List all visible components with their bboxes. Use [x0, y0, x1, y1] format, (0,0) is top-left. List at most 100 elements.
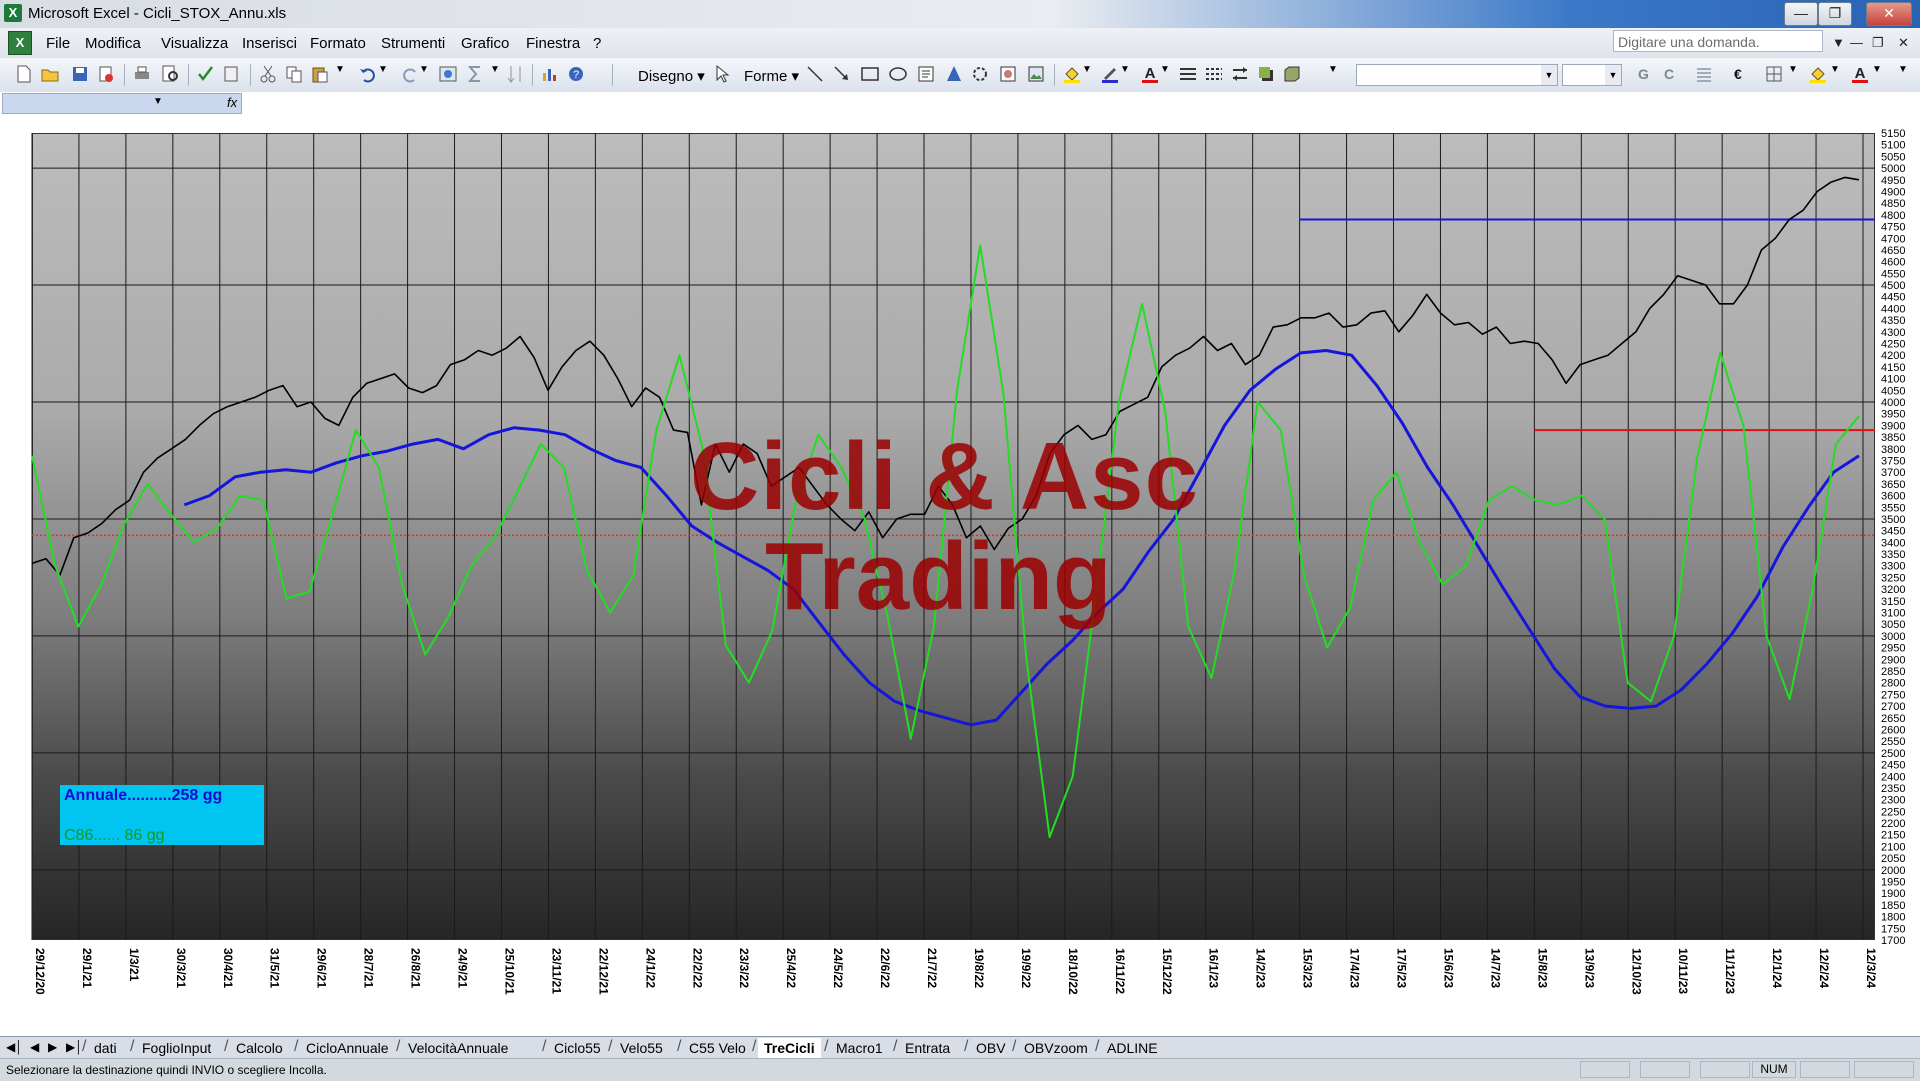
- y-tick-label: 2000: [1881, 865, 1905, 877]
- x-tick-label: 14/7/23: [1488, 948, 1502, 988]
- x-tick-label: 22/6/22: [878, 948, 892, 988]
- y-tick-label: 2700: [1881, 701, 1905, 713]
- y-tick-label: 2650: [1881, 713, 1905, 725]
- sheet-tab-macro1[interactable]: Macro1: [830, 1038, 889, 1058]
- prev-sheet-icon[interactable]: ◀: [30, 1040, 39, 1054]
- tab-separator: /: [824, 1038, 829, 1055]
- tab-separator: /: [1012, 1038, 1017, 1055]
- sheet-tab-obv[interactable]: OBV: [970, 1038, 1012, 1058]
- x-tick-label: 12/10/23: [1629, 948, 1643, 995]
- y-tick-label: 3650: [1881, 479, 1905, 491]
- status-cell-5: [1800, 1061, 1850, 1078]
- x-tick-label: 22/2/22: [690, 948, 704, 988]
- status-message: Selezionare la destinazione quindi INVIO…: [6, 1063, 327, 1077]
- legend-annuale: Annuale..........258 gg: [64, 787, 223, 804]
- x-tick-label: 12/2/24: [1817, 948, 1831, 988]
- y-tick-label: 4450: [1881, 292, 1905, 304]
- x-tick-label: 15/6/23: [1441, 948, 1455, 988]
- sheet-tab-obvzoom[interactable]: OBVzoom: [1018, 1038, 1094, 1058]
- y-tick-label: 4650: [1881, 245, 1905, 257]
- sheet-tab-adline[interactable]: ADLINE: [1101, 1038, 1164, 1058]
- y-tick-label: 2150: [1881, 830, 1905, 842]
- x-tick-label: 24/9/21: [456, 948, 470, 988]
- tab-separator: /: [294, 1038, 299, 1055]
- y-tick-label: 3500: [1881, 514, 1905, 526]
- x-tick-label: 29/1/21: [80, 948, 94, 988]
- y-tick-label: 2950: [1881, 643, 1905, 655]
- x-tick-label: 26/8/21: [409, 948, 423, 988]
- y-tick-label: 2550: [1881, 736, 1905, 748]
- tab-separator: /: [752, 1038, 757, 1055]
- tab-separator: /: [82, 1038, 87, 1055]
- x-tick-label: 12/1/24: [1770, 948, 1784, 988]
- y-tick-label: 4600: [1881, 257, 1905, 269]
- watermark-line-2: Trading: [765, 523, 1112, 630]
- x-tick-label: 24/5/22: [831, 948, 845, 988]
- sheet-tab-ciclo55[interactable]: Ciclo55: [548, 1038, 607, 1058]
- y-tick-label: 2250: [1881, 806, 1905, 818]
- y-tick-label: 4400: [1881, 303, 1905, 315]
- y-tick-label: 2450: [1881, 760, 1905, 772]
- y-tick-label: 3050: [1881, 619, 1905, 631]
- y-tick-label: 4100: [1881, 374, 1905, 386]
- x-tick-label: 15/3/23: [1301, 948, 1315, 988]
- y-tick-label: 1900: [1881, 888, 1905, 900]
- y-tick-label: 4250: [1881, 339, 1905, 351]
- sheet-tab-calcolo[interactable]: Calcolo: [230, 1038, 289, 1058]
- x-tick-label: 23/3/22: [737, 948, 751, 988]
- sheet-tab-entrata[interactable]: Entrata: [899, 1038, 956, 1058]
- x-tick-label: 22/12/21: [596, 948, 610, 995]
- y-tick-label: 1800: [1881, 912, 1905, 924]
- x-tick-label: 23/11/21: [549, 948, 563, 994]
- y-tick-label: 2300: [1881, 795, 1905, 807]
- x-tick-label: 14/2/23: [1254, 948, 1268, 988]
- sheet-tab-foglioinput[interactable]: FoglioInput: [136, 1038, 217, 1058]
- x-tick-label: 11/12/23: [1723, 948, 1737, 994]
- next-sheet-icon[interactable]: ▶: [48, 1040, 57, 1054]
- y-tick-label: 4050: [1881, 385, 1905, 397]
- tab-separator: /: [1095, 1038, 1100, 1055]
- y-tick-label: 5150: [1881, 128, 1905, 140]
- y-tick-label: 4200: [1881, 350, 1905, 362]
- sheet-tab-cicloannuale[interactable]: CicloAnnuale: [300, 1038, 395, 1058]
- sheet-tab-velocit-annuale[interactable]: VelocitàAnnuale: [402, 1038, 514, 1058]
- y-tick-label: 2750: [1881, 689, 1905, 701]
- y-tick-label: 2850: [1881, 666, 1905, 678]
- tab-separator: /: [224, 1038, 229, 1055]
- sheet-tab-dati[interactable]: dati: [88, 1038, 123, 1058]
- y-tick-label: 3450: [1881, 526, 1905, 538]
- sheet-tab-c55-velo[interactable]: C55 Velo: [683, 1038, 752, 1058]
- y-tick-label: 3900: [1881, 420, 1905, 432]
- x-tick-label: 28/7/21: [362, 948, 376, 988]
- y-tick-label: 3800: [1881, 444, 1905, 456]
- y-tick-label: 3350: [1881, 549, 1905, 561]
- y-tick-label: 4150: [1881, 362, 1905, 374]
- x-tick-label: 21/7/22: [925, 948, 939, 988]
- status-cell-6: [1854, 1061, 1914, 1078]
- y-tick-label: 3150: [1881, 596, 1905, 608]
- x-tick-label: 17/4/23: [1348, 948, 1362, 988]
- legend-c86: C86...... 86 gg: [64, 827, 165, 844]
- y-tick-label: 3750: [1881, 455, 1905, 467]
- y-tick-label: 4000: [1881, 397, 1905, 409]
- y-tick-label: 5100: [1881, 140, 1905, 152]
- y-tick-label: 2400: [1881, 771, 1905, 783]
- y-tick-label: 4950: [1881, 175, 1905, 187]
- y-tick-label: 1750: [1881, 923, 1905, 935]
- first-sheet-icon[interactable]: ◀│: [6, 1040, 23, 1054]
- x-tick-label: 19/9/22: [1019, 948, 1033, 988]
- y-tick-label: 3850: [1881, 432, 1905, 444]
- y-tick-label: 4900: [1881, 186, 1905, 198]
- tab-separator: /: [677, 1038, 682, 1055]
- sheet-tab-velo55[interactable]: Velo55: [614, 1038, 669, 1058]
- x-tick-label: 18/10/22: [1066, 948, 1080, 995]
- sheet-tabs-bar: ◀│ ◀ ▶ ▶│ dati / FoglioInput / Calcolo / Ciclo…: [0, 1036, 1920, 1059]
- last-sheet-icon[interactable]: ▶│: [66, 1040, 83, 1054]
- tab-separator: /: [608, 1038, 613, 1055]
- x-tick-label: 19/8/22: [972, 948, 986, 988]
- sheet-tab-trecicli[interactable]: TreCicli: [758, 1038, 821, 1058]
- y-tick-label: 3000: [1881, 631, 1905, 643]
- watermark-line-1: Cicli & Asc: [690, 423, 1199, 530]
- y-tick-label: 2800: [1881, 678, 1905, 690]
- legend-box[interactable]: Annuale..........258 gg C86...... 86 gg: [60, 785, 264, 845]
